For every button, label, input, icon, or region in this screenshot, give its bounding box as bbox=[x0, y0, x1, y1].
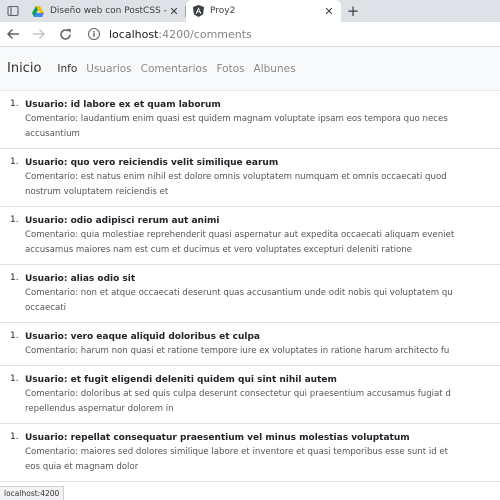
angular-icon bbox=[192, 5, 204, 17]
list-item: 1. Usuario: et fugit eligendi deleniti q… bbox=[0, 366, 500, 424]
comment-list: 1. Usuario: id labore ex et quam laborum… bbox=[0, 91, 500, 482]
browser-tab-title: Diseño web con PostCSS - Goog bbox=[50, 6, 168, 16]
comment-text: accusamus maiores nam est cum et ducimus… bbox=[25, 245, 412, 255]
browser-tab-title: Proy2 bbox=[210, 6, 236, 16]
comment-text: repellendus aspernatur dolorem in bbox=[25, 404, 174, 414]
reload-button[interactable] bbox=[52, 22, 78, 47]
list-item-number: 1. bbox=[10, 273, 19, 283]
comment-user: Usuario: vero eaque aliquid doloribus et… bbox=[25, 332, 260, 342]
comment-text: Comentario: harum non quasi et ratione t… bbox=[25, 346, 450, 356]
browser-toolbar: i localhost:4200/comments bbox=[0, 22, 500, 47]
close-tab-icon[interactable]: ✕ bbox=[168, 5, 180, 18]
list-item-number: 1. bbox=[10, 99, 19, 109]
list-item-number: 1. bbox=[10, 215, 19, 225]
comment-text: eos quia et magnam dolor bbox=[25, 462, 139, 472]
forward-arrow-icon bbox=[33, 28, 46, 40]
browser-tab-postcss[interactable]: Diseño web con PostCSS - Goog ✕ bbox=[26, 0, 186, 22]
comment-user: Usuario: quo vero reiciendis velit simil… bbox=[25, 158, 279, 168]
comment-text: occaecati bbox=[25, 303, 67, 313]
list-item: 1. Usuario: odio adipisci rerum aut anim… bbox=[0, 207, 500, 265]
comment-text: Comentario: laudantium enim quasi est qu… bbox=[25, 114, 448, 124]
site-info-icon[interactable]: i bbox=[88, 28, 100, 40]
comment-user: Usuario: repellat consequatur praesentiu… bbox=[25, 433, 410, 443]
close-tab-icon[interactable]: ✕ bbox=[323, 5, 335, 18]
list-item-number: 1. bbox=[10, 374, 19, 384]
app-navbar: Inicio Info Usuarios Comentarios Fotos A… bbox=[0, 47, 500, 91]
list-item: 1. Usuario: quo vero reiciendis velit si… bbox=[0, 149, 500, 207]
address-path: :4200/comments bbox=[158, 27, 252, 41]
address-bar[interactable]: i localhost:4200/comments bbox=[78, 24, 500, 45]
list-item-number: 1. bbox=[10, 432, 19, 442]
comment-user: Usuario: et fugit eligendi deleniti quid… bbox=[25, 375, 337, 385]
nav-link-fotos[interactable]: Fotos bbox=[216, 63, 244, 75]
comment-text: Comentario: quia molestiae reprehenderit… bbox=[25, 230, 455, 240]
tab-actions-menu-button[interactable] bbox=[0, 0, 26, 22]
nav-link-albunes[interactable]: Albunes bbox=[254, 63, 296, 75]
comment-user: Usuario: alias odio sit bbox=[25, 274, 136, 284]
back-arrow-icon bbox=[6, 28, 19, 40]
comment-text: Comentario: maiores sed dolores similiqu… bbox=[25, 447, 449, 457]
comment-text: accusantium bbox=[25, 129, 80, 139]
forward-button[interactable] bbox=[26, 22, 52, 47]
back-button[interactable] bbox=[0, 22, 26, 47]
navbar-brand[interactable]: Inicio bbox=[7, 61, 41, 76]
nav-link-info[interactable]: Info bbox=[57, 63, 77, 75]
comment-text: nostrum voluptatem reiciendis et bbox=[25, 187, 169, 197]
list-item: 1. Usuario: vero eaque aliquid doloribus… bbox=[0, 323, 500, 366]
comment-user: Usuario: id labore ex et quam laborum bbox=[25, 100, 221, 110]
list-item: 1. Usuario: repellat consequatur praesen… bbox=[0, 424, 500, 482]
new-tab-button[interactable]: + bbox=[341, 0, 365, 22]
browser-tab-proy2[interactable]: Proy2 ✕ bbox=[186, 0, 341, 22]
tab-actions-icon bbox=[7, 5, 19, 17]
comment-user: Usuario: odio adipisci rerum aut animi bbox=[25, 216, 220, 226]
comment-text: Comentario: non et atque occaecati deser… bbox=[25, 288, 453, 298]
nav-link-usuarios[interactable]: Usuarios bbox=[86, 63, 131, 75]
browser-tabstrip: Diseño web con PostCSS - Goog ✕ Proy2 ✕ … bbox=[0, 0, 500, 22]
list-item-number: 1. bbox=[10, 331, 19, 341]
nav-link-comentarios[interactable]: Comentarios bbox=[141, 63, 208, 75]
list-item: 1. Usuario: id labore ex et quam laborum… bbox=[0, 91, 500, 149]
list-item-number: 1. bbox=[10, 157, 19, 167]
list-item: 1. Usuario: alias odio sit Comentario: n… bbox=[0, 265, 500, 323]
address-host: localhost bbox=[109, 27, 159, 41]
google-drive-icon bbox=[32, 5, 44, 17]
comment-text: Comentario: est natus enim nihil est dol… bbox=[25, 172, 447, 182]
reload-icon bbox=[59, 28, 71, 40]
link-status-bubble: localhost:4200 bbox=[0, 486, 65, 500]
comment-text: Comentario: doloribus at sed quis culpa … bbox=[25, 389, 451, 399]
